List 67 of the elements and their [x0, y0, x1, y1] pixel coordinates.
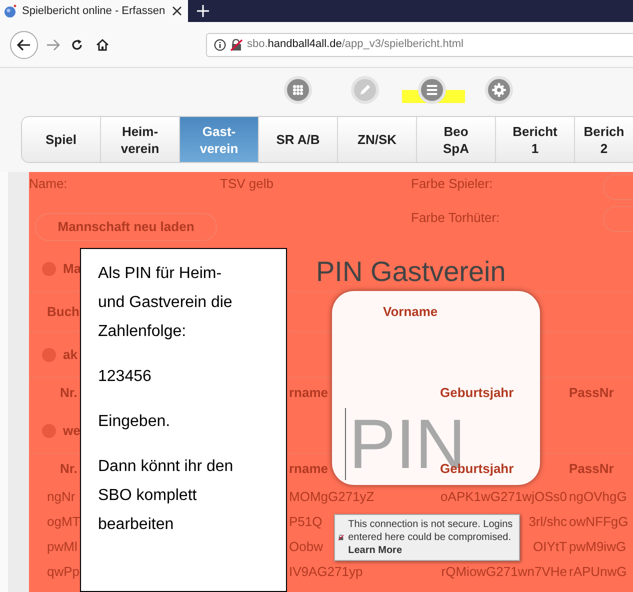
tab[interactable]: Berich 2	[575, 117, 633, 162]
forward-arrow-icon[interactable]	[46, 38, 60, 50]
table-cell-text: MOMgG271yZ	[289, 488, 374, 506]
plus-icon[interactable]	[197, 5, 209, 17]
close-icon[interactable]	[172, 6, 182, 16]
home-icon[interactable]	[96, 38, 109, 50]
field-label: Farbe Torhüter:	[411, 210, 500, 225]
field-label: Name:	[29, 175, 68, 193]
instruction-text: Dann könnt ihr den SBO komplett bearbeiten	[98, 457, 234, 535]
column-header: PassNr	[569, 384, 614, 402]
reload-icon[interactable]	[71, 38, 83, 50]
tab[interactable]: SR A/B	[259, 117, 338, 162]
table-cell-text: P51Q	[289, 512, 322, 531]
column-header: PassNr	[569, 460, 614, 478]
table-cell-text: pwM9iwG	[569, 538, 626, 556]
tab[interactable]: Bericht 1	[496, 117, 575, 162]
table-cell-text: qwPp	[47, 562, 80, 581]
browser-tab[interactable]: Spielbericht online - Erfassen	[0, 0, 188, 22]
insecure-lock-icon	[338, 532, 344, 543]
dialog-title: PIN Gastverein	[316, 256, 506, 288]
learn-more-link[interactable]: Learn More	[348, 544, 402, 557]
column-header: Nr.	[60, 460, 78, 478]
tab[interactable]: Spiel	[22, 117, 101, 162]
back-button[interactable]	[10, 30, 38, 58]
toolbar-button[interactable]	[284, 76, 312, 104]
column-header: Geburtsjahr	[440, 384, 514, 402]
tab-title: Spielbericht online - Erfassen	[22, 4, 166, 19]
table-cell-text: Oobw	[289, 538, 323, 556]
section-title: ak	[63, 346, 78, 364]
table-cell-text: oAPK1wG271wjOSs0	[440, 488, 567, 506]
toolbar-button[interactable]	[485, 76, 513, 104]
tab[interactable]: ZN/SK	[338, 117, 417, 162]
table-cell-text: pwMl	[47, 538, 78, 556]
table-cell-text: IV9AG271yp	[289, 562, 363, 581]
instruction-text: Eingeben.	[98, 412, 172, 432]
url-field[interactable]: sbo.handball4all.de/app_v3/spielbericht.html	[206, 32, 633, 56]
toolbar-button[interactable]	[418, 76, 446, 104]
column-header: Buch	[47, 302, 80, 321]
table-cell-text: 3rl/shc	[528, 512, 567, 531]
field-value: TSV gelb	[220, 175, 274, 193]
section-title: we	[63, 422, 80, 440]
ball-icon	[3, 4, 17, 18]
table-cell-text: OIYtT	[533, 538, 567, 556]
table-cell-text: owNFFgG	[569, 512, 628, 531]
instruction-text: 123456	[98, 367, 152, 387]
url-text: sbo.handball4all.de/app_v3/spielbericht.html	[247, 37, 464, 52]
table-cell-text: ngOVhgG	[569, 488, 627, 506]
column-header: rname	[289, 384, 328, 402]
table-cell-text: rQMiowG271wn7VHe	[441, 562, 567, 581]
table-cell-text: ogMT	[47, 512, 80, 531]
grid-icon	[290, 82, 306, 98]
list-icon	[424, 82, 440, 98]
insecure-lock-icon[interactable]	[230, 38, 243, 50]
tab[interactable]: Beo SpA	[417, 117, 496, 162]
column-header: Nr.	[60, 384, 78, 402]
table-cell-text: ngNr	[47, 488, 76, 506]
info-icon[interactable]	[214, 38, 226, 50]
column-header: rname	[289, 460, 328, 478]
section-title: Ma	[63, 260, 82, 278]
settings-icon	[491, 82, 507, 98]
tab[interactable]: Heim- verein	[101, 117, 180, 162]
instruction-text: Als PIN für Heim- und Gastverein die Zahlenfolge:	[98, 264, 234, 342]
back-arrow-icon	[17, 38, 31, 50]
column-header: Vorname	[383, 302, 438, 321]
field-label: Farbe Spieler:	[411, 175, 494, 193]
warning-message: This connection is not secure. Logins entered here could be compromised.	[348, 518, 514, 544]
table-cell-text: rAPUnwG	[569, 562, 627, 581]
